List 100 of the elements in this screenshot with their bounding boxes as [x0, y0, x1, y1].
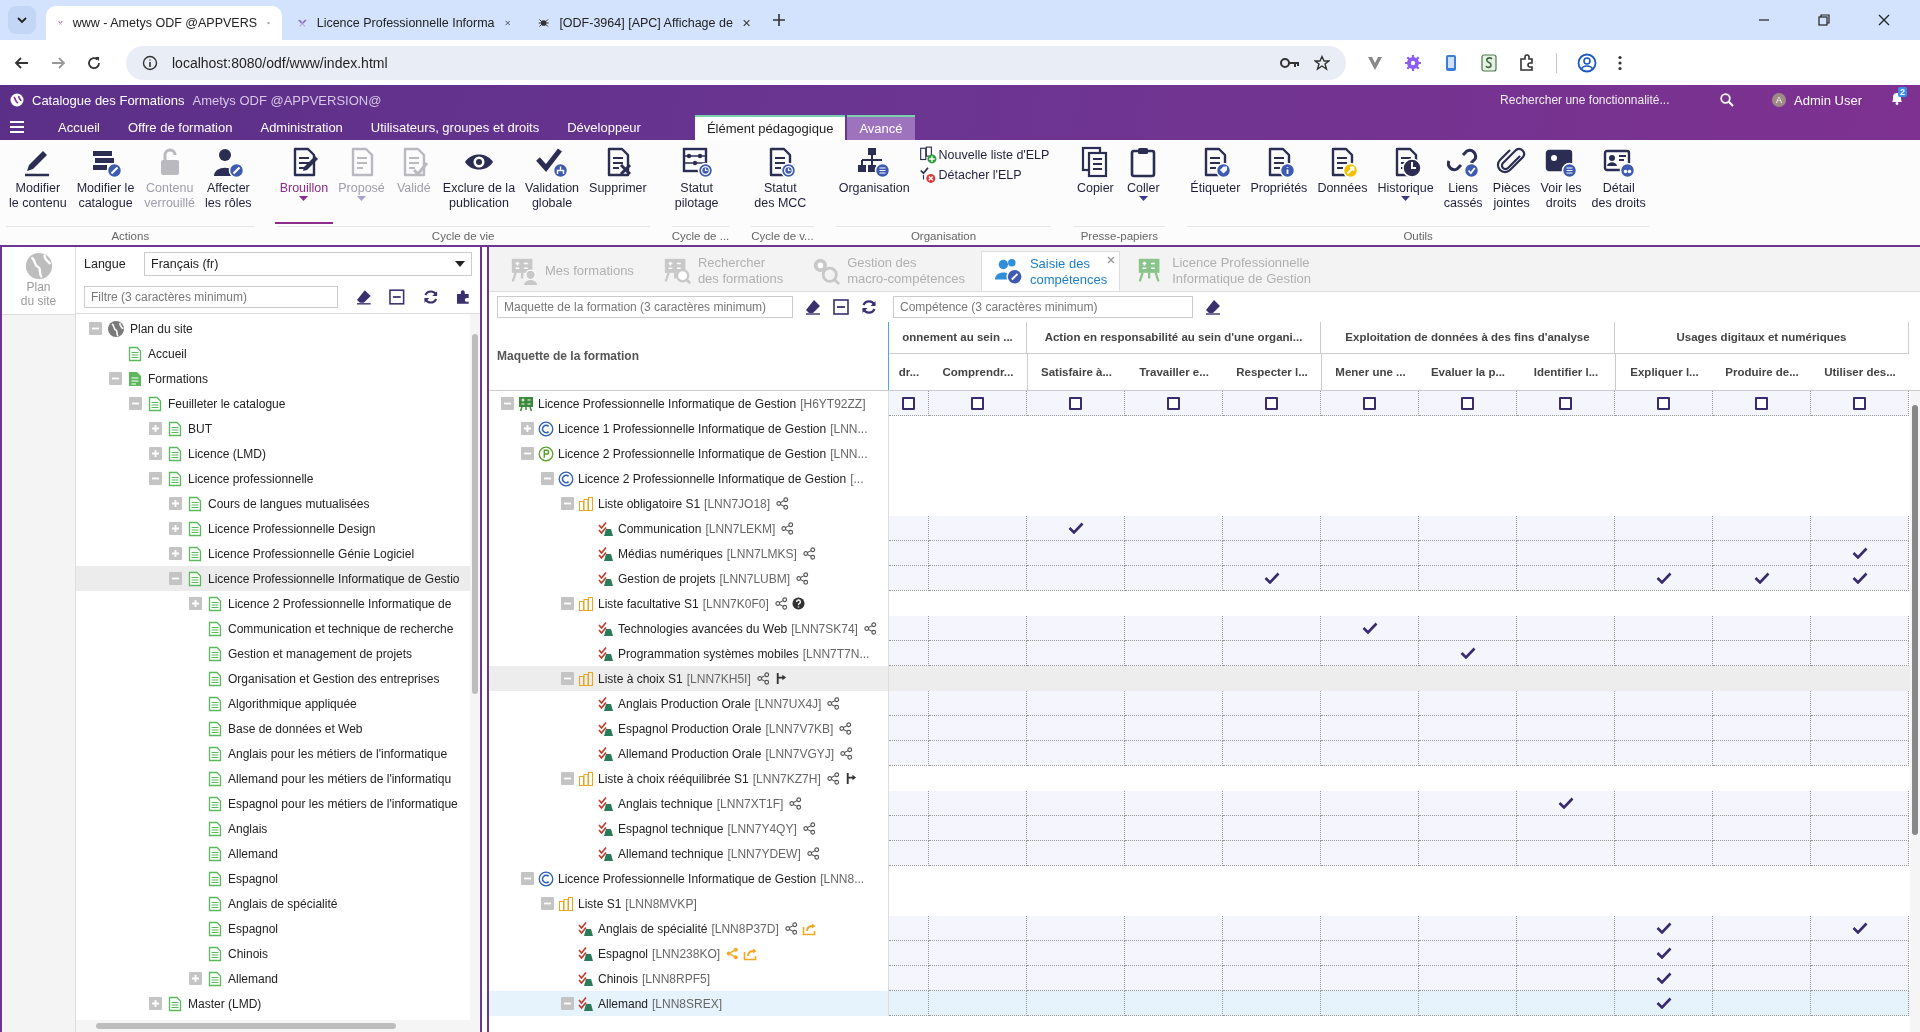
- checkbox[interactable]: [1461, 396, 1474, 410]
- menu-icon[interactable]: [10, 121, 24, 133]
- eraser-icon[interactable]: [1205, 299, 1221, 315]
- ribbon-button[interactable]: Validation globale: [520, 146, 585, 224]
- checkbox[interactable]: [1755, 396, 1768, 410]
- refresh-icon[interactable]: [861, 299, 877, 315]
- filter-field[interactable]: Maquette de la formation (3 caractères minimum): [497, 296, 793, 318]
- grid-cell[interactable]: [929, 941, 1027, 966]
- grid-cell[interactable]: [1125, 391, 1223, 416]
- ribbon-button[interactable]: Affecter les rôles: [200, 146, 257, 224]
- grid-cell[interactable]: [1517, 941, 1615, 966]
- grid-cell[interactable]: [929, 741, 1027, 766]
- ribbon-button[interactable]: Statut pilotage: [669, 146, 724, 224]
- star-icon[interactable]: [1314, 54, 1330, 71]
- grid-cell[interactable]: [1615, 616, 1713, 641]
- checkbox[interactable]: [1559, 396, 1572, 410]
- ribbon-button[interactable]: Organisation: [833, 146, 915, 224]
- grid-cell[interactable]: [1615, 841, 1713, 866]
- column-header[interactable]: Travailler e...: [1125, 354, 1223, 390]
- tab-search-button[interactable]: [8, 6, 36, 34]
- grid-cell[interactable]: [1321, 516, 1419, 541]
- browser-tab[interactable]: www - Ametys ODF @APPVERS: [46, 6, 282, 40]
- ribbon-button[interactable]: Propriétés: [1245, 146, 1313, 224]
- grid-cell[interactable]: [1419, 616, 1517, 641]
- grid-cell[interactable]: [929, 641, 1027, 666]
- grid-cell[interactable]: [1615, 741, 1713, 766]
- grid-cell[interactable]: [1615, 966, 1713, 991]
- grid-cell[interactable]: [1223, 966, 1321, 991]
- ribbon-button[interactable]: Exclure de la publication: [437, 146, 521, 224]
- grid-cell[interactable]: [1419, 566, 1517, 591]
- grid-cell[interactable]: [1321, 716, 1419, 741]
- tree-item[interactable]: Licence 2 Professionnelle Informatique de: [76, 591, 470, 616]
- checkbox[interactable]: [971, 396, 984, 410]
- checkbox[interactable]: [902, 396, 915, 410]
- grid-cell[interactable]: [1223, 791, 1321, 816]
- grid-cell[interactable]: [1517, 966, 1615, 991]
- grid-cell[interactable]: [889, 816, 929, 841]
- grid-cell[interactable]: [1321, 916, 1419, 941]
- grid-cell[interactable]: [889, 641, 929, 666]
- grid-cell[interactable]: [1027, 391, 1125, 416]
- grid-cell[interactable]: [1321, 791, 1419, 816]
- tree-item[interactable]: Espagnol pour les métiers de l'informatique: [76, 791, 470, 816]
- grid-cell[interactable]: [889, 516, 929, 541]
- restore-icon[interactable]: [1818, 14, 1830, 26]
- grid-cell[interactable]: [1027, 641, 1125, 666]
- grid-cell[interactable]: [889, 616, 929, 641]
- grid-cell[interactable]: [1223, 516, 1321, 541]
- grid-cell[interactable]: [1713, 791, 1811, 816]
- ribbon-button[interactable]: Liens cassés: [1438, 146, 1488, 224]
- grid-cell[interactable]: [1223, 641, 1321, 666]
- filter-field[interactable]: Filtre (3 caractères minimum): [84, 286, 338, 308]
- tree-item[interactable]: Plan du site: [76, 316, 470, 341]
- grid-cell[interactable]: [1223, 691, 1321, 716]
- language-dropdown[interactable]: Français (fr): [144, 252, 472, 276]
- grid-cell[interactable]: [1419, 516, 1517, 541]
- ribbon-button[interactable]: Supprimer: [584, 146, 652, 224]
- grid-cell[interactable]: [1713, 941, 1811, 966]
- column-header[interactable]: Comprendr...: [929, 354, 1027, 390]
- grid-cell[interactable]: [1223, 566, 1321, 591]
- menu-tab[interactable]: Offre de formation: [113, 120, 247, 140]
- ribbon-button[interactable]: Brouillon: [274, 146, 334, 224]
- grid-cell[interactable]: [929, 691, 1027, 716]
- new-tab-icon[interactable]: [772, 13, 786, 27]
- grid-cell[interactable]: [1811, 741, 1909, 766]
- grid-cell[interactable]: [1419, 641, 1517, 666]
- grid-cell[interactable]: [1223, 716, 1321, 741]
- grid-cell[interactable]: [889, 791, 929, 816]
- grid-cell[interactable]: [1223, 941, 1321, 966]
- grid-cell[interactable]: [1321, 966, 1419, 991]
- grid-cell[interactable]: [1517, 816, 1615, 841]
- tree-item[interactable]: Espagnol: [76, 866, 470, 891]
- grid-cell[interactable]: [889, 741, 929, 766]
- menu-tab[interactable]: Administration: [246, 120, 357, 140]
- grid-cell[interactable]: [889, 541, 929, 566]
- grid-cell[interactable]: [1517, 841, 1615, 866]
- menu-tab[interactable]: Utilisateurs, groupes et droits: [356, 120, 554, 140]
- extension-icon[interactable]: [1480, 53, 1498, 72]
- column-header[interactable]: Utiliser des...: [1811, 354, 1909, 390]
- browser-tab[interactable]: [ODF-3964] [APC] Affichage de: [526, 6, 762, 40]
- grid-cell[interactable]: [1713, 991, 1811, 1016]
- grid-cell[interactable]: [1125, 916, 1223, 941]
- grid-cell[interactable]: [1713, 541, 1811, 566]
- tree-item[interactable]: Algorithmique appliquée: [76, 691, 470, 716]
- tree-item[interactable]: Licence (LMD): [76, 441, 470, 466]
- grid-cell[interactable]: [1419, 791, 1517, 816]
- address-field[interactable]: localhost:8080/odf/www/index.html: [126, 45, 1346, 80]
- grid-cell[interactable]: [1125, 691, 1223, 716]
- menu-tab[interactable]: Avancé: [847, 115, 915, 140]
- grid-cell[interactable]: [889, 716, 929, 741]
- grid-cell[interactable]: [1125, 991, 1223, 1016]
- grid-cell[interactable]: [1125, 816, 1223, 841]
- column-header[interactable]: Identifier l...: [1517, 354, 1615, 390]
- grid-cell[interactable]: [889, 966, 929, 991]
- grid-cell[interactable]: [929, 541, 1027, 566]
- checkbox[interactable]: [1363, 396, 1376, 410]
- grid-cell[interactable]: [1419, 691, 1517, 716]
- table-row[interactable]: Allemand [LNN8SREX]: [489, 991, 1910, 1016]
- tree-item[interactable]: Allemand pour les métiers de l'informatiqu: [76, 766, 470, 791]
- grid-cell[interactable]: [1615, 991, 1713, 1016]
- grid-cell[interactable]: [1713, 691, 1811, 716]
